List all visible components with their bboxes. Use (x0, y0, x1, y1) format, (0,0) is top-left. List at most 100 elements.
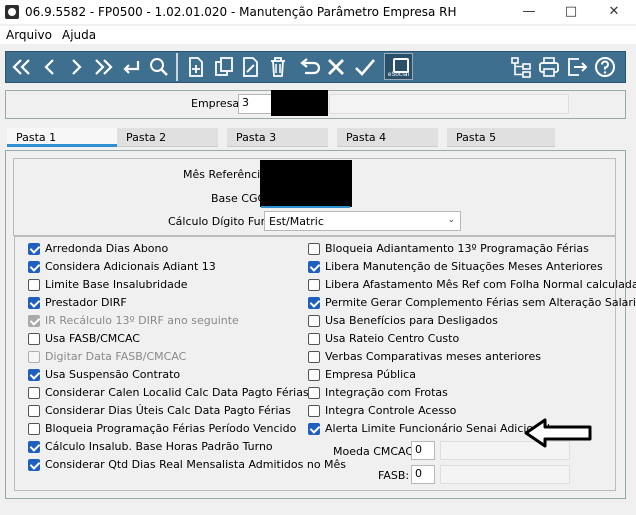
toolbar: eSocial (5, 51, 626, 83)
print-icon[interactable] (537, 55, 561, 79)
checkbox-option[interactable]: Cálculo Insalub. Base Horas Padrão Turno (28, 440, 273, 453)
checkbox-option[interactable]: Verbas Comparativas meses anteriores (308, 350, 541, 363)
esocial-label: eSocial (387, 71, 410, 78)
checkbox-option[interactable]: Considerar Qtd Dias Real Mensalista Admi… (28, 458, 346, 471)
calculo-digito-label: Cálculo Dígito Func: (168, 215, 278, 228)
undo-icon[interactable] (296, 55, 321, 79)
previous-record-icon[interactable] (38, 55, 62, 79)
checkbox-label: Considerar Calen Localid Calc Data Pagto… (45, 386, 309, 399)
checkbox-option[interactable]: Permite Gerar Complemento Férias sem Alt… (308, 296, 636, 309)
checkbox-label: Verbas Comparativas meses anteriores (325, 350, 541, 363)
tab-label: Pasta 3 (236, 131, 277, 144)
menu-arquivo[interactable]: Arquivo (6, 28, 52, 42)
checkbox-unchecked-icon[interactable] (28, 278, 40, 291)
options-left-column: Arredonda Dias Abono Considera Adicionais… (28, 242, 346, 476)
checkbox-unchecked-icon[interactable] (308, 314, 320, 327)
checkbox-unchecked-icon[interactable] (308, 332, 320, 345)
checkbox-checked-icon[interactable] (28, 242, 40, 255)
empresa-field[interactable]: 3 (238, 94, 272, 114)
tab-pasta-2[interactable]: Pasta 2 (117, 128, 218, 147)
app-icon (5, 5, 19, 19)
tab-pasta-1[interactable]: Pasta 1 (7, 128, 118, 147)
checkbox-option[interactable]: Limite Base Insalubridade (28, 278, 188, 291)
delete-icon[interactable] (266, 55, 290, 79)
tab-label: Pasta 1 (16, 131, 57, 144)
checkbox-unchecked-icon[interactable] (308, 350, 320, 363)
checkbox-label: Usa Suspensão Contrato (45, 368, 181, 381)
moeda-cmcac-field[interactable]: 0 (411, 441, 435, 460)
checkbox-option[interactable]: Bloqueia Adiantamento 13º Programação Fé… (308, 242, 589, 255)
new-record-icon[interactable] (184, 55, 208, 79)
checkbox-label: Alerta Limite Funcionário Senai Adiciona… (325, 422, 550, 435)
close-icon[interactable]: ✕ (605, 3, 623, 21)
checkbox-option[interactable]: Considerar Dias Úteis Calc Data Pagto Fé… (28, 404, 291, 417)
fasb-field[interactable]: 0 (411, 465, 435, 484)
checkbox-unchecked-icon[interactable] (308, 278, 320, 291)
checkbox-option[interactable]: Empresa Pública (308, 368, 416, 381)
checkbox-option[interactable]: Integração com Frotas (308, 386, 448, 399)
copy-icon[interactable] (212, 55, 236, 79)
checkbox-unchecked-icon[interactable] (308, 368, 320, 381)
search-icon[interactable] (147, 55, 171, 79)
checkbox-option[interactable]: Usa FASB/CMCAC (28, 332, 140, 345)
fasb-description (440, 465, 570, 484)
checkbox-option[interactable]: Prestador DIRF (28, 296, 127, 309)
checkbox-option[interactable]: Libera Afastamento Mês Ref com Folha Nor… (308, 278, 636, 291)
esocial-button[interactable]: eSocial (384, 53, 413, 80)
checkbox-unchecked-icon[interactable] (28, 422, 40, 435)
last-record-icon[interactable] (91, 55, 115, 79)
checkbox-option[interactable]: Alerta Limite Funcionário Senai Adiciona… (308, 422, 550, 435)
checkbox-unchecked-icon[interactable] (28, 404, 40, 417)
checkbox-option[interactable]: Usa Suspensão Contrato (28, 368, 180, 381)
checkbox-option[interactable]: Usa Rateio Centro Custo (308, 332, 459, 345)
checkbox-unchecked-icon[interactable] (308, 404, 320, 417)
menu-ajuda[interactable]: Ajuda (62, 28, 96, 42)
checkbox-label: Permite Gerar Complemento Férias sem Alt… (325, 296, 636, 309)
checkbox-checked-icon[interactable] (28, 458, 40, 471)
help-icon[interactable] (593, 55, 617, 79)
tab-pasta-4[interactable]: Pasta 4 (337, 128, 438, 147)
confirm-icon[interactable] (353, 55, 377, 79)
checkbox-checked-icon[interactable] (28, 368, 40, 381)
cancel-icon[interactable] (324, 55, 348, 79)
checkbox-checked-icon[interactable] (28, 440, 40, 453)
checkbox-checked-icon[interactable] (28, 296, 40, 309)
checkbox-option[interactable]: Integra Controle Acesso (308, 404, 456, 417)
checkbox-option[interactable]: Considerar Calen Localid Calc Data Pagto… (28, 386, 309, 399)
exit-icon[interactable] (565, 55, 589, 79)
checkbox-unchecked-icon (28, 350, 40, 363)
checkbox-checked-icon[interactable] (308, 422, 320, 435)
checkbox-option[interactable]: Bloqueia Programação Férias Período Venc… (28, 422, 296, 435)
checkbox-option[interactable]: Usa Benefícios para Desligados (308, 314, 498, 327)
checkbox-unchecked-icon[interactable] (308, 386, 320, 399)
checkbox-option: IR Recálculo 13º DIRF ano seguinte (28, 314, 239, 327)
checkbox-option[interactable]: Libera Manutenção de Situações Meses Ant… (308, 260, 603, 273)
maximize-icon[interactable]: □ (562, 3, 580, 21)
calculo-digito-select[interactable]: Est/Matric ⌄ (264, 211, 461, 231)
tab-label: Pasta 2 (126, 131, 167, 144)
checkbox-label: Considerar Dias Úteis Calc Data Pagto Fé… (45, 404, 291, 417)
redacted-block (260, 160, 352, 207)
checkbox-option[interactable]: Arredonda Dias Abono (28, 242, 168, 255)
edit-icon[interactable] (239, 55, 263, 79)
checkbox-label: Integração com Frotas (325, 386, 448, 399)
hierarchy-icon[interactable] (509, 55, 533, 79)
tab-pasta-3[interactable]: Pasta 3 (227, 128, 328, 147)
goto-icon[interactable] (119, 55, 143, 79)
tab-label: Pasta 5 (456, 131, 497, 144)
next-record-icon[interactable] (64, 55, 88, 79)
checkbox-unchecked-icon[interactable] (28, 386, 40, 399)
checkbox-checked-icon[interactable] (28, 260, 40, 273)
minimize-icon[interactable]: — (520, 3, 538, 21)
tab-pasta-5[interactable]: Pasta 5 (447, 128, 555, 147)
checkbox-checked-icon[interactable] (308, 296, 320, 309)
first-record-icon[interactable] (10, 55, 34, 79)
checkbox-label: Bloqueia Adiantamento 13º Programação Fé… (325, 242, 589, 255)
annotation-arrow-icon (523, 417, 593, 449)
checkbox-unchecked-icon[interactable] (28, 332, 40, 345)
checkbox-unchecked-icon[interactable] (308, 242, 320, 255)
checkbox-option[interactable]: Considera Adicionais Adiant 13 (28, 260, 216, 273)
menu-bar: Arquivo Ajuda (0, 26, 636, 44)
checkbox-checked-icon[interactable] (308, 260, 320, 273)
checkbox-label: Usa Benefícios para Desligados (325, 314, 498, 327)
